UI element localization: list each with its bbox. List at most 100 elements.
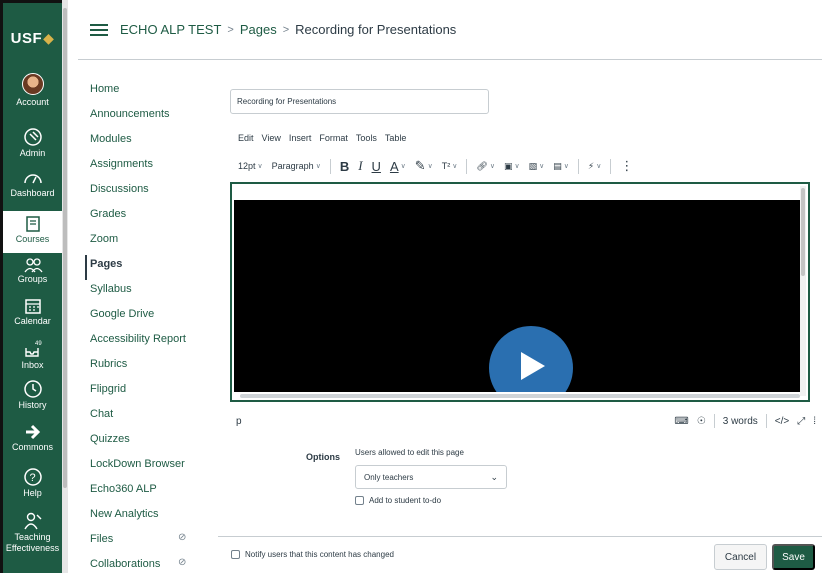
course-nav: Home Announcements Modules Assignments D… (85, 80, 210, 573)
fullscreen-icon[interactable]: ⤢ (797, 416, 805, 427)
font-size-select[interactable]: 12pt ∨ (238, 161, 263, 171)
course-nav-collaborations[interactable]: Collaborations (90, 555, 210, 573)
breadcrumb-pages[interactable]: Pages (240, 22, 277, 37)
toolbar-divider (610, 158, 612, 174)
image-button[interactable]: ▣ ∨ (504, 161, 520, 172)
play-button[interactable] (489, 326, 573, 392)
cancel-button[interactable]: Cancel (714, 544, 767, 570)
bold-icon[interactable]: B (340, 159, 349, 174)
nav-groups[interactable]: Groups (3, 253, 62, 293)
course-nav-lockdown-browser[interactable]: LockDown Browser (90, 455, 210, 480)
document-icon: ▤ (553, 160, 562, 171)
editor-vertical-scrollbar[interactable] (800, 186, 806, 396)
toolbar-divider (577, 158, 579, 174)
highlight-button[interactable]: ✎ ∨ (415, 158, 433, 174)
course-nav-pages[interactable]: Pages (85, 255, 210, 280)
nav-calendar-label: Calendar (14, 316, 51, 326)
word-count: 3 words (722, 415, 758, 427)
nav-admin-label: Admin (19, 148, 46, 158)
nav-dashboard[interactable]: Dashboard (3, 169, 62, 211)
course-nav-quizzes[interactable]: Quizzes (90, 430, 210, 455)
checkbox-box[interactable] (355, 496, 364, 505)
menu-table[interactable]: Table (385, 133, 407, 143)
course-nav-accessibility-report[interactable]: Accessibility Report (90, 330, 210, 355)
student-todo-checkbox[interactable]: Add to student to-do (355, 496, 441, 505)
page-scrollbar[interactable] (62, 0, 68, 573)
course-nav-files[interactable]: Files (90, 530, 210, 555)
nav-inbox[interactable]: 49 Inbox (3, 335, 62, 379)
nav-commons[interactable]: Commons (3, 423, 62, 463)
course-nav-syllabus[interactable]: Syllabus (90, 280, 210, 305)
breadcrumb-course[interactable]: ECHO ALP TEST (120, 22, 221, 37)
chevron-down-icon: ∨ (315, 163, 321, 170)
course-nav-discussions[interactable]: Discussions (90, 180, 210, 205)
media-button[interactable]: ▧ ∨ (529, 161, 545, 172)
block-format-select[interactable]: Paragraph ∨ (272, 161, 321, 171)
block-format-value: Paragraph (271, 161, 314, 171)
embedded-video[interactable] (234, 200, 800, 392)
avatar (21, 73, 44, 95)
resize-handle-icon[interactable]: ⁞ (813, 416, 816, 427)
save-button[interactable]: Save (772, 544, 815, 570)
menu-edit[interactable]: Edit (238, 133, 254, 143)
rich-content-editor[interactable] (230, 182, 810, 402)
keyboard-icon[interactable]: ⌨ (674, 416, 688, 427)
clock-icon (23, 380, 42, 398)
element-path[interactable]: p (236, 416, 242, 427)
course-nav-new-analytics[interactable]: New Analytics (90, 505, 210, 530)
menu-tools[interactable]: Tools (356, 133, 377, 143)
accessibility-icon[interactable]: ☉ (697, 416, 706, 427)
notify-users-checkbox[interactable]: Notify users that this content has chang… (231, 550, 394, 559)
nav-history[interactable]: History (3, 379, 62, 423)
commons-icon (25, 424, 40, 440)
course-nav-home[interactable]: Home (90, 80, 210, 105)
shield-icon (23, 128, 42, 146)
notify-users-label: Notify users that this content has chang… (245, 550, 394, 559)
inbox-icon: 49 (24, 341, 42, 357)
nav-admin[interactable]: Admin (3, 127, 62, 169)
usf-logo[interactable]: USF ◆ (3, 3, 62, 73)
html-editor-toggle[interactable]: </> (775, 416, 789, 427)
nav-calendar[interactable]: Calendar (3, 293, 62, 335)
course-nav-google-drive[interactable]: Google Drive (90, 305, 210, 330)
chevron-down-icon: ∨ (596, 163, 602, 170)
course-nav-echo360[interactable]: Echo360 ALP (90, 480, 210, 505)
course-nav-rubrics[interactable]: Rubrics (90, 355, 210, 380)
course-nav-chat[interactable]: Chat (90, 405, 210, 430)
menu-insert[interactable]: Insert (289, 133, 312, 143)
italic-icon[interactable]: I (358, 158, 362, 174)
menu-format[interactable]: Format (319, 133, 348, 143)
student-todo-label: Add to student to-do (369, 496, 442, 505)
link-button[interactable]: 🔗︎ ∨ (476, 161, 495, 172)
nav-teaching-effectiveness[interactable]: Teaching Effectiveness (3, 507, 62, 567)
editor-horizontal-scrollbar[interactable] (240, 394, 800, 398)
teaching-icon (23, 512, 41, 530)
document-button[interactable]: ▤ ∨ (553, 161, 569, 172)
menu-view[interactable]: View (262, 133, 281, 143)
page-scrollbar-thumb[interactable] (63, 8, 67, 488)
apps-button[interactable]: ⚡︎ ∨ (588, 161, 601, 172)
course-nav-modules[interactable]: Modules (90, 130, 210, 155)
course-nav-zoom[interactable]: Zoom (90, 230, 210, 255)
nav-teaching-label: Teaching Effectiveness (5, 532, 60, 553)
course-nav-announcements[interactable]: Announcements (90, 105, 210, 130)
underline-icon[interactable]: U (372, 159, 381, 174)
hidden-eye-icon: ⊘ (178, 532, 187, 543)
edit-permission-value: Only teachers (364, 472, 414, 482)
nav-help[interactable]: ? Help (3, 463, 62, 507)
chevron-down-icon: ∨ (257, 163, 263, 170)
course-nav-flipgrid[interactable]: Flipgrid (90, 380, 210, 405)
checkbox-box[interactable] (231, 550, 240, 559)
nav-groups-label: Groups (17, 274, 48, 284)
course-nav-grades[interactable]: Grades (90, 205, 210, 230)
hamburger-menu-icon[interactable] (90, 21, 108, 39)
nav-courses[interactable]: Courses (3, 211, 62, 253)
page-title-input[interactable] (230, 89, 489, 114)
nav-account[interactable]: Account (3, 73, 62, 127)
course-nav-assignments[interactable]: Assignments (90, 155, 210, 180)
edit-permission-select[interactable]: Only teachers ⌄ (355, 465, 507, 489)
superscript-button[interactable]: T² ∨ (442, 161, 458, 171)
more-options-icon[interactable]: ⋮ (620, 158, 633, 174)
editor-scrollbar-thumb[interactable] (801, 188, 805, 276)
text-color-button[interactable]: A ∨ (390, 159, 406, 174)
